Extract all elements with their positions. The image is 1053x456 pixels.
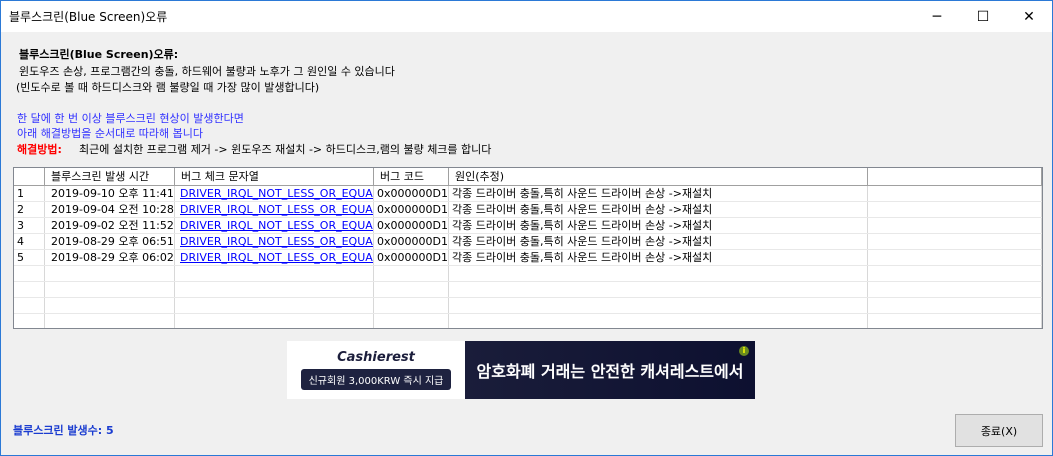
header-bugcheck[interactable]: 버그 체크 문자열	[175, 168, 374, 185]
exit-button[interactable]: 종료(X)	[955, 414, 1043, 447]
row-time: 2019-08-29 오후 06:51	[45, 234, 175, 249]
info-blue1: 한 달에 한 번 이상 블루스크린 현상이 발생한다면	[17, 112, 244, 125]
row-cause	[449, 314, 868, 328]
row-index: 2	[14, 202, 45, 217]
row-cause: 각종 드라이버 충돌,특히 사운드 드라이버 손상 ->재설치	[449, 186, 868, 201]
maximize-button[interactable]: ☐	[960, 1, 1006, 32]
row-cause	[449, 266, 868, 281]
table-row[interactable]	[14, 314, 1042, 328]
table-header: 블루스크린 발생 시간 버그 체크 문자열 버그 코드 원인(추정)	[14, 168, 1042, 186]
table-row[interactable]: 2 2019-09-04 오전 10:28 DRIVER_IRQL_NOT_LESS…	[14, 202, 1042, 218]
table-row[interactable]: 4 2019-08-29 오후 06:51 DRIVER_IRQL_NOT_LESS…	[14, 234, 1042, 250]
row-time	[45, 282, 175, 297]
row-index: 1	[14, 186, 45, 201]
row-index: 4	[14, 234, 45, 249]
table-row[interactable]	[14, 266, 1042, 282]
row-cause: 각종 드라이버 충돌,특히 사운드 드라이버 손상 ->재설치	[449, 250, 868, 265]
row-index	[14, 282, 45, 297]
row-empty	[868, 186, 1042, 201]
row-empty	[868, 298, 1042, 313]
row-bugcheck[interactable]: DRIVER_IRQL_NOT_LESS_OR_EQUAL	[175, 202, 374, 217]
row-cause: 각종 드라이버 충돌,특히 사운드 드라이버 손상 ->재설치	[449, 234, 868, 249]
header-index[interactable]	[14, 168, 45, 185]
row-code	[374, 282, 449, 297]
ad-banner[interactable]: Cashierest 신규회원 3,000KRW 즉시 지급 암호화폐 거래는 …	[287, 341, 755, 399]
info-line1: 윈도우즈 손상, 프로그램간의 충돌, 하드웨어 불량과 노후가 그 원인일 수…	[19, 65, 395, 78]
row-time	[45, 314, 175, 328]
info-blue2: 아래 해결방법을 순서대로 따라해 봅니다	[17, 127, 204, 140]
row-time: 2019-09-10 오후 11:41	[45, 186, 175, 201]
header-code[interactable]: 버그 코드	[374, 168, 449, 185]
table-row[interactable]: 1 2019-09-10 오후 11:41 DRIVER_IRQL_NOT_LESS…	[14, 186, 1042, 202]
row-code: 0x000000D1	[374, 234, 449, 249]
row-empty	[868, 218, 1042, 233]
minimize-button[interactable]: ─	[914, 1, 960, 32]
row-code: 0x000000D1	[374, 202, 449, 217]
row-empty	[868, 266, 1042, 281]
row-empty	[868, 202, 1042, 217]
row-index	[14, 266, 45, 281]
row-index: 3	[14, 218, 45, 233]
row-code	[374, 314, 449, 328]
row-code	[374, 298, 449, 313]
row-cause: 각종 드라이버 충돌,특히 사운드 드라이버 손상 ->재설치	[449, 218, 868, 233]
row-cause	[449, 298, 868, 313]
header-empty	[868, 168, 1042, 185]
title-bar: 블루스크린(Blue Screen)오류 ─ ☐ ✕	[1, 1, 1052, 32]
row-empty	[868, 234, 1042, 249]
ad-headline: 암호화폐 거래는 안전한 캐셔레스트에서	[476, 362, 744, 381]
row-code: 0x000000D1	[374, 250, 449, 265]
window-title: 블루스크린(Blue Screen)오류	[9, 10, 168, 24]
solution-text: 최근에 설치한 프로그램 제거 -> 윈도우즈 재설치 -> 하드디스크,램의 …	[79, 143, 492, 156]
row-code: 0x000000D1	[374, 218, 449, 233]
close-window-button[interactable]: ✕	[1006, 1, 1052, 32]
table-row[interactable]	[14, 282, 1042, 298]
row-empty	[868, 314, 1042, 328]
solution-label: 해결방법:	[17, 143, 62, 156]
row-cause: 각종 드라이버 충돌,특히 사운드 드라이버 손상 ->재설치	[449, 202, 868, 217]
table-row[interactable]	[14, 298, 1042, 314]
row-bugcheck[interactable]: DRIVER_IRQL_NOT_LESS_OR_EQUAL	[175, 218, 374, 233]
row-cause	[449, 282, 868, 297]
row-empty	[868, 250, 1042, 265]
info-heading: 블루스크린(Blue Screen)오류:	[19, 48, 179, 61]
row-index	[14, 314, 45, 328]
header-cause[interactable]: 원인(추정)	[449, 168, 868, 185]
row-bugcheck[interactable]: DRIVER_IRQL_NOT_LESS_OR_EQUAL	[175, 234, 374, 249]
row-code	[374, 266, 449, 281]
row-bugcheck	[175, 298, 374, 313]
bluescreen-table[interactable]: 블루스크린 발생 시간 버그 체크 문자열 버그 코드 원인(추정) 1 2019…	[13, 167, 1043, 329]
table-row[interactable]: 3 2019-09-02 오전 11:52 DRIVER_IRQL_NOT_LESS…	[14, 218, 1042, 234]
row-bugcheck[interactable]: DRIVER_IRQL_NOT_LESS_OR_EQUAL	[175, 186, 374, 201]
row-time: 2019-08-29 오후 06:02	[45, 250, 175, 265]
row-time: 2019-09-04 오전 10:28	[45, 202, 175, 217]
row-time: 2019-09-02 오전 11:52	[45, 218, 175, 233]
row-empty	[868, 282, 1042, 297]
table-row[interactable]: 5 2019-08-29 오후 06:02 DRIVER_IRQL_NOT_LESS…	[14, 250, 1042, 266]
row-bugcheck[interactable]: DRIVER_IRQL_NOT_LESS_OR_EQUAL	[175, 250, 374, 265]
ad-info-icon[interactable]: i	[739, 346, 749, 356]
row-index	[14, 298, 45, 313]
row-index: 5	[14, 250, 45, 265]
row-bugcheck	[175, 266, 374, 281]
info-line2: (빈도수로 볼 때 하드디스크와 램 불량일 때 가장 많이 발생합니다)	[16, 81, 320, 94]
row-bugcheck	[175, 282, 374, 297]
row-code: 0x000000D1	[374, 186, 449, 201]
row-bugcheck	[175, 314, 374, 328]
row-time	[45, 298, 175, 313]
row-time	[45, 266, 175, 281]
bluescreen-count: 블루스크린 발생수: 5	[13, 424, 114, 437]
ad-promo: 신규회원 3,000KRW 즉시 지급	[300, 369, 452, 390]
header-time[interactable]: 블루스크린 발생 시간	[45, 168, 175, 185]
ad-logo: Cashierest	[337, 350, 415, 365]
